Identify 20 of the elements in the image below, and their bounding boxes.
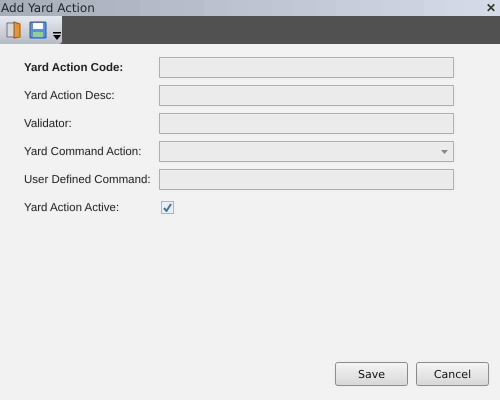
field-label: User Defined Command: <box>24 174 152 186</box>
close-button[interactable]: ✕ <box>486 1 496 15</box>
input-field[interactable] <box>159 57 454 78</box>
save-icon[interactable] <box>29 21 47 39</box>
overflow-icon[interactable] <box>53 32 61 40</box>
door-icon[interactable] <box>5 21 23 39</box>
field-label: Yard Action Active: <box>24 202 120 214</box>
input-field[interactable] <box>159 113 454 134</box>
field-label: Yard Action Desc: <box>24 90 116 102</box>
dialog-button[interactable]: Save <box>335 362 408 386</box>
window-title: Add Yard Action <box>1 1 95 15</box>
field-label: Yard Action Code: <box>24 62 124 74</box>
field-label: Validator: <box>24 118 73 130</box>
dropdown-arrow-icon <box>441 150 448 154</box>
dropdown-field[interactable] <box>159 141 454 162</box>
dialog-button[interactable]: Cancel <box>416 362 489 386</box>
input-field[interactable] <box>159 169 454 190</box>
checkbox[interactable] <box>161 201 174 214</box>
field-label: Yard Command Action: <box>24 146 142 158</box>
input-field[interactable] <box>159 85 454 106</box>
